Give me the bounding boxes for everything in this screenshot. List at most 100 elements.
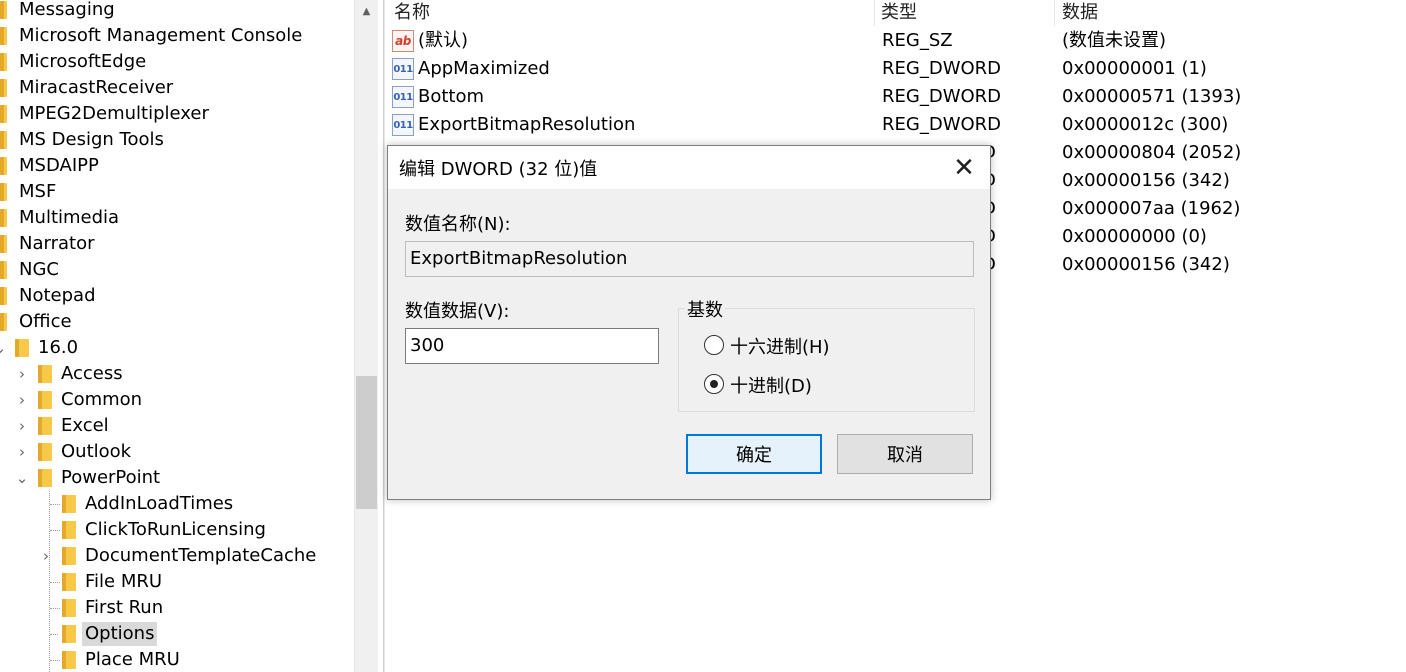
value-name[interactable]: (默认) [418, 27, 468, 55]
tree-connector [50, 582, 60, 583]
expand-chevron-icon[interactable]: › [13, 439, 31, 465]
tree-item-narrator[interactable]: Narrator [0, 231, 97, 257]
tree-item-multimedia[interactable]: Multimedia [0, 205, 122, 231]
tree-item-msdaipp[interactable]: MSDAIPP [0, 153, 102, 179]
ok-button[interactable]: 确定 [686, 434, 822, 474]
value-name-field: ExportBitmapResolution [405, 241, 974, 277]
tree-item-msf[interactable]: MSF [0, 179, 59, 205]
folder-icon [38, 365, 52, 383]
tree-item-label: Microsoft Management Console [19, 25, 303, 46]
hex-radio[interactable] [704, 335, 724, 355]
tree-connector [50, 530, 60, 531]
folder-icon [62, 599, 76, 617]
folder-icon [0, 79, 7, 97]
scroll-up-arrow-icon[interactable]: ▲ [355, 0, 378, 22]
folder-icon [62, 573, 76, 591]
tree-item-documenttemplatecache[interactable]: DocumentTemplateCache [62, 543, 319, 569]
column-header-type[interactable]: 类型 [881, 0, 917, 26]
decimal-radio-label[interactable]: 十进制(D) [730, 372, 812, 398]
tree-item-office[interactable]: Office [0, 309, 75, 335]
tree-connector [50, 504, 60, 505]
tree-item-ms-design-tools[interactable]: MS Design Tools [0, 127, 167, 153]
column-separator[interactable] [874, 0, 875, 26]
expand-chevron-icon[interactable]: › [13, 413, 31, 439]
tree-item-label: Multimedia [19, 207, 120, 228]
folder-icon [0, 53, 7, 71]
value-data: 0x00000156 (342) [1062, 254, 1230, 275]
dialog-title: 编辑 DWORD (32 位)值 [399, 159, 598, 180]
column-separator[interactable] [1054, 0, 1055, 26]
pane-splitter[interactable] [383, 0, 385, 672]
edit-dword-dialog: 编辑 DWORD (32 位)值 ✕ 数值名称(N): ExportBitmap… [387, 145, 991, 500]
tree-item-powerpoint[interactable]: PowerPoint [38, 465, 163, 491]
hex-radio-label[interactable]: 十六进制(H) [730, 333, 830, 359]
tree-item-label: Narrator [19, 233, 95, 254]
tree-item-16-0[interactable]: 16.0 [15, 335, 81, 361]
value-type: REG_DWORD [882, 114, 1002, 135]
tree-item-label: Office [19, 311, 72, 332]
column-header-data[interactable]: 数据 [1062, 0, 1098, 26]
collapse-chevron-icon[interactable]: ⌄ [0, 335, 9, 361]
tree-item-common[interactable]: Common [38, 387, 145, 413]
tree-item-label: AddInLoadTimes [85, 493, 234, 514]
tree-item-label: MSF [19, 181, 57, 202]
value-type: REG_DWORD [882, 86, 1002, 107]
registry-tree[interactable]: Messaging Microsoft Management Console M… [0, 0, 354, 672]
scrollbar-thumb[interactable] [356, 376, 377, 509]
tree-item-excel[interactable]: Excel [38, 413, 112, 439]
tree-item-label: MSDAIPP [19, 155, 99, 176]
close-icon[interactable]: ✕ [948, 152, 980, 184]
value-data-input[interactable]: 300 [405, 328, 659, 364]
tree-item-label: Common [61, 389, 143, 410]
tree-item-label: Access [61, 363, 123, 384]
column-header-name[interactable]: 名称 [394, 0, 430, 26]
folder-icon [0, 1, 7, 19]
tree-item-outlook[interactable]: Outlook [38, 439, 134, 465]
tree-item-notepad[interactable]: Notepad [0, 283, 99, 309]
tree-item-ngc[interactable]: NGC [0, 257, 62, 283]
value-data: (数值未设置) [1062, 30, 1167, 51]
tree-item-first-run[interactable]: First Run [62, 595, 166, 621]
tree-item-label: MPEG2Demultiplexer [19, 103, 209, 124]
tree-item-mpeg2demultiplexer[interactable]: MPEG2Demultiplexer [0, 101, 212, 127]
expand-chevron-icon[interactable]: › [13, 387, 31, 413]
tree-item-messaging[interactable]: Messaging [0, 0, 118, 23]
tree-item-addinloadtimes[interactable]: AddInLoadTimes [62, 491, 236, 517]
folder-icon [62, 651, 76, 669]
folder-icon [0, 157, 7, 175]
folder-icon [15, 339, 29, 357]
value-data: 0x0000012c (300) [1062, 114, 1229, 135]
expand-chevron-icon[interactable]: › [13, 361, 31, 387]
tree-item-microsoftedge[interactable]: MicrosoftEdge [0, 49, 149, 75]
tree-item-access[interactable]: Access [38, 361, 126, 387]
tree-item-clicktorunlicensing[interactable]: ClickToRunLicensing [62, 517, 269, 543]
tree-item-label: 16.0 [38, 337, 79, 358]
collapse-chevron-icon[interactable]: ⌄ [13, 465, 31, 491]
decimal-radio[interactable] [704, 374, 724, 394]
tree-item-label: MicrosoftEdge [19, 51, 147, 72]
tree-item-microsoft-management-console[interactable]: Microsoft Management Console [0, 23, 305, 49]
folder-icon [0, 183, 7, 201]
folder-icon [0, 287, 7, 305]
folder-icon [0, 27, 7, 45]
value-name[interactable]: AppMaximized [418, 55, 550, 83]
tree-item-miracastreceiver[interactable]: MiracastReceiver [0, 75, 176, 101]
tree-connector [50, 634, 58, 635]
value-name[interactable]: ExportBitmapResolution [418, 111, 635, 139]
tree-item-label: Options [82, 622, 158, 646]
tree-item-label: File MRU [85, 571, 163, 592]
expand-chevron-icon[interactable]: › [37, 543, 55, 569]
cancel-button[interactable]: 取消 [837, 434, 973, 474]
tree-scrollbar[interactable]: ▲ [354, 0, 378, 672]
binary-value-icon: 011 [392, 114, 414, 136]
folder-icon [0, 313, 7, 331]
dialog-titlebar[interactable]: 编辑 DWORD (32 位)值 ✕ [388, 146, 990, 189]
folder-icon [62, 547, 76, 565]
tree-item-options[interactable]: Options [58, 621, 158, 647]
tree-item-file-mru[interactable]: File MRU [62, 569, 165, 595]
folder-icon [38, 443, 52, 461]
tree-item-place-mru[interactable]: Place MRU [62, 647, 183, 672]
folder-icon [62, 625, 76, 643]
value-data: 0x00000001 (1) [1062, 58, 1207, 79]
value-name[interactable]: Bottom [418, 83, 484, 111]
